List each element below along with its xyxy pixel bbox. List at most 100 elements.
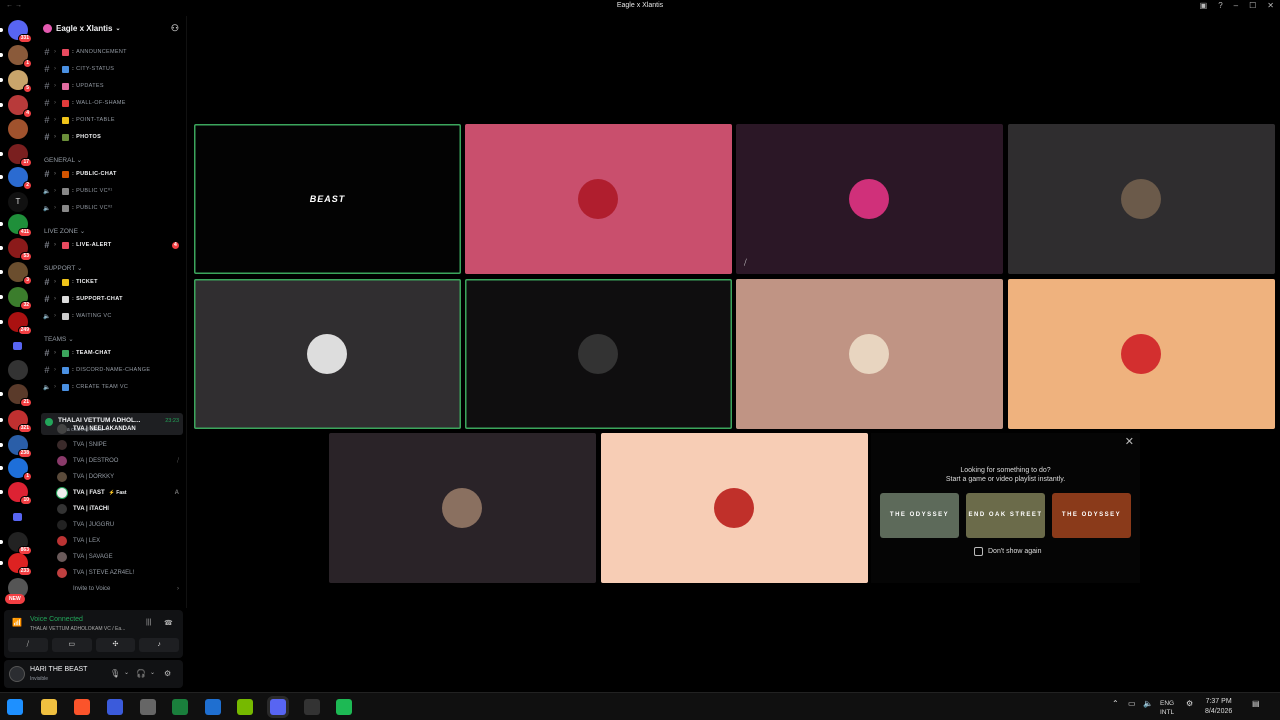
server-icon[interactable] xyxy=(8,119,28,139)
headphones-icon[interactable]: 🎧 xyxy=(136,669,146,678)
server-icon[interactable]: 17 xyxy=(8,144,32,167)
participant-tile[interactable]: ⧸ xyxy=(736,124,1003,274)
dont-show-checkbox[interactable] xyxy=(974,547,983,556)
voice-member[interactable]: TVA | DORKKY xyxy=(57,470,185,484)
channel-wall-of-shame[interactable]: # ›: WALL-OF-SHAME xyxy=(37,96,187,110)
server-folder-icon[interactable] xyxy=(8,508,28,528)
server-icon[interactable]: 2 xyxy=(8,167,32,190)
channel-ticket[interactable]: # ›: TICKET xyxy=(37,275,187,289)
voice-member[interactable]: TVA | SAVAGE xyxy=(57,550,185,564)
network-icon[interactable]: ▭ xyxy=(1128,699,1136,708)
voice-member[interactable]: TVA | DESTROO ⧸ xyxy=(57,454,185,468)
soundboard-button[interactable]: ♪ xyxy=(139,638,179,652)
channel-public-vc-[interactable]: 🔈 ›: PUBLIC VC⁰¹ xyxy=(37,184,187,198)
invite-to-voice[interactable]: Invite to Voice › xyxy=(57,582,185,596)
chevron-down-icon[interactable]: ⌄ xyxy=(150,669,155,676)
channel-public-chat[interactable]: # ›: PUBLIC-CHAT xyxy=(37,167,187,181)
voice-member[interactable]: TVA | iTACHI xyxy=(57,502,185,516)
voice-member[interactable]: TVA | STEVE AZR4EL! xyxy=(57,566,185,580)
terminal-icon[interactable] xyxy=(172,699,188,715)
voice-member[interactable]: TVA | LEX xyxy=(57,534,185,548)
server-icon[interactable]: 3 xyxy=(8,262,32,285)
server-icon[interactable]: 321 xyxy=(8,410,32,433)
voice-status-sub[interactable]: THALAI VETTUM ADHOLOKAM VC / Ea... xyxy=(30,626,125,632)
category-teams[interactable]: TEAMS ⌄ xyxy=(44,335,74,343)
server-icon[interactable]: 331 xyxy=(8,20,32,43)
gear-icon[interactable]: ⚙ xyxy=(164,669,171,678)
server-icon[interactable] xyxy=(8,360,28,380)
avatar[interactable] xyxy=(9,666,25,682)
server-header[interactable]: Eagle x Xlantis ⌄ ⚇ xyxy=(37,20,187,36)
screen-share-button[interactable]: ▭ xyxy=(51,638,92,652)
server-icon[interactable]: 238 xyxy=(8,435,32,458)
edge-icon[interactable] xyxy=(205,699,221,715)
brave-icon[interactable] xyxy=(74,699,90,715)
close-icon[interactable]: ✕ xyxy=(1267,1,1274,10)
minimize-icon[interactable]: – xyxy=(1234,1,1238,10)
chevron-up-icon[interactable]: ⌃ xyxy=(1112,699,1119,708)
monitor-icon[interactable] xyxy=(107,699,123,715)
channel-team-chat[interactable]: # ›: TEAM-CHAT xyxy=(37,346,187,360)
participant-tile[interactable] xyxy=(465,279,732,429)
category-support[interactable]: SUPPORT ⌄ xyxy=(44,264,82,272)
channel-create-team-vc[interactable]: 🔈 ›: CREATE TEAM VC xyxy=(37,380,187,394)
server-icon[interactable]: 1 xyxy=(8,458,32,481)
nvidia-icon[interactable] xyxy=(237,699,253,715)
channel-point-table[interactable]: # ›: POINT-TABLE xyxy=(37,113,187,127)
category-general[interactable]: GENERAL ⌄ xyxy=(44,156,82,164)
server-icon[interactable]: 249 xyxy=(8,312,32,335)
channel-city-status[interactable]: # ›: CITY-STATUS xyxy=(37,62,187,76)
participant-tile[interactable] xyxy=(329,433,596,583)
participant-tile[interactable] xyxy=(194,279,461,429)
clock[interactable]: 7:37 PM 8/4/2026 xyxy=(1205,697,1232,717)
server-icon[interactable]: 21 xyxy=(8,384,32,407)
server-icon[interactable]: 411 xyxy=(8,214,32,237)
activity-thumbnail[interactable]: END OAK STREET xyxy=(966,493,1045,538)
spotify-icon[interactable] xyxy=(336,699,352,715)
server-icon[interactable]: T xyxy=(8,192,28,212)
help-icon[interactable]: ? xyxy=(1218,1,1222,10)
username[interactable]: HARI THE BEAST xyxy=(30,666,87,673)
windows-icon[interactable] xyxy=(7,699,23,715)
steam-icon[interactable] xyxy=(140,699,156,715)
close-icon[interactable]: ✕ xyxy=(1125,435,1134,448)
obs-icon[interactable] xyxy=(304,699,320,715)
participant-tile[interactable] xyxy=(736,279,1003,429)
inbox-icon[interactable]: ▣ xyxy=(1200,1,1208,10)
folder-icon[interactable] xyxy=(41,699,57,715)
discord-icon[interactable] xyxy=(270,699,286,715)
participant-tile[interactable] xyxy=(1008,279,1275,429)
mic-icon[interactable]: 🎙 xyxy=(110,669,120,678)
notification-icon[interactable]: ▤ xyxy=(1252,699,1260,708)
disconnect-icon[interactable]: ☎ xyxy=(164,619,173,627)
server-icon[interactable]: 233 xyxy=(8,553,32,576)
channel-live-alert[interactable]: # ›: LIVE-ALERT 4 xyxy=(37,238,187,252)
server-icon[interactable]: 4 xyxy=(8,95,32,118)
channel-photos[interactable]: # ›: PHOTOS xyxy=(37,130,187,144)
server-folder-icon[interactable] xyxy=(8,337,28,357)
dont-show-label[interactable]: Don't show again xyxy=(988,548,1041,555)
chevron-down-icon[interactable]: ⌄ xyxy=(124,669,129,676)
voice-member[interactable]: TVA | NEELAKANDAN xyxy=(57,422,185,436)
server-icon[interactable]: 1 xyxy=(8,45,32,68)
voice-member[interactable]: TVA | JUGGRU xyxy=(57,518,185,532)
voice-member[interactable]: TVA | SNIPE xyxy=(57,438,185,452)
channel-discord-name-change[interactable]: # ›: DISCORD-NAME-CHANGE xyxy=(37,363,187,377)
activity-thumbnail[interactable]: THE ODYSSEY xyxy=(1052,493,1131,538)
channel-updates[interactable]: # ›: UPDATES xyxy=(37,79,187,93)
activity-thumbnail[interactable]: THE ODYSSEY xyxy=(880,493,959,538)
activities-button[interactable]: ✣ xyxy=(95,638,136,652)
category-live-zone[interactable]: LIVE ZONE ⌄ xyxy=(44,227,85,235)
participant-tile[interactable] xyxy=(1008,124,1275,274)
maximize-icon[interactable]: ☐ xyxy=(1249,1,1256,10)
participant-tile[interactable] xyxy=(601,433,868,583)
server-icon[interactable]: 53 xyxy=(8,238,32,261)
channel-announcement[interactable]: # ›: ANNOUNCEMENT xyxy=(37,45,187,59)
camera-off-button[interactable]: ⧸ xyxy=(8,638,48,652)
new-badge[interactable]: NEW xyxy=(5,594,25,604)
participant-tile[interactable] xyxy=(465,124,732,274)
language-indicator[interactable]: ENG INTL xyxy=(1160,699,1174,717)
server-icon[interactable]: 32 xyxy=(8,287,32,310)
settings-icon[interactable]: ⚙ xyxy=(1186,699,1193,708)
channel-waiting-vc[interactable]: 🔈 ›: WAITING VC xyxy=(37,309,187,323)
